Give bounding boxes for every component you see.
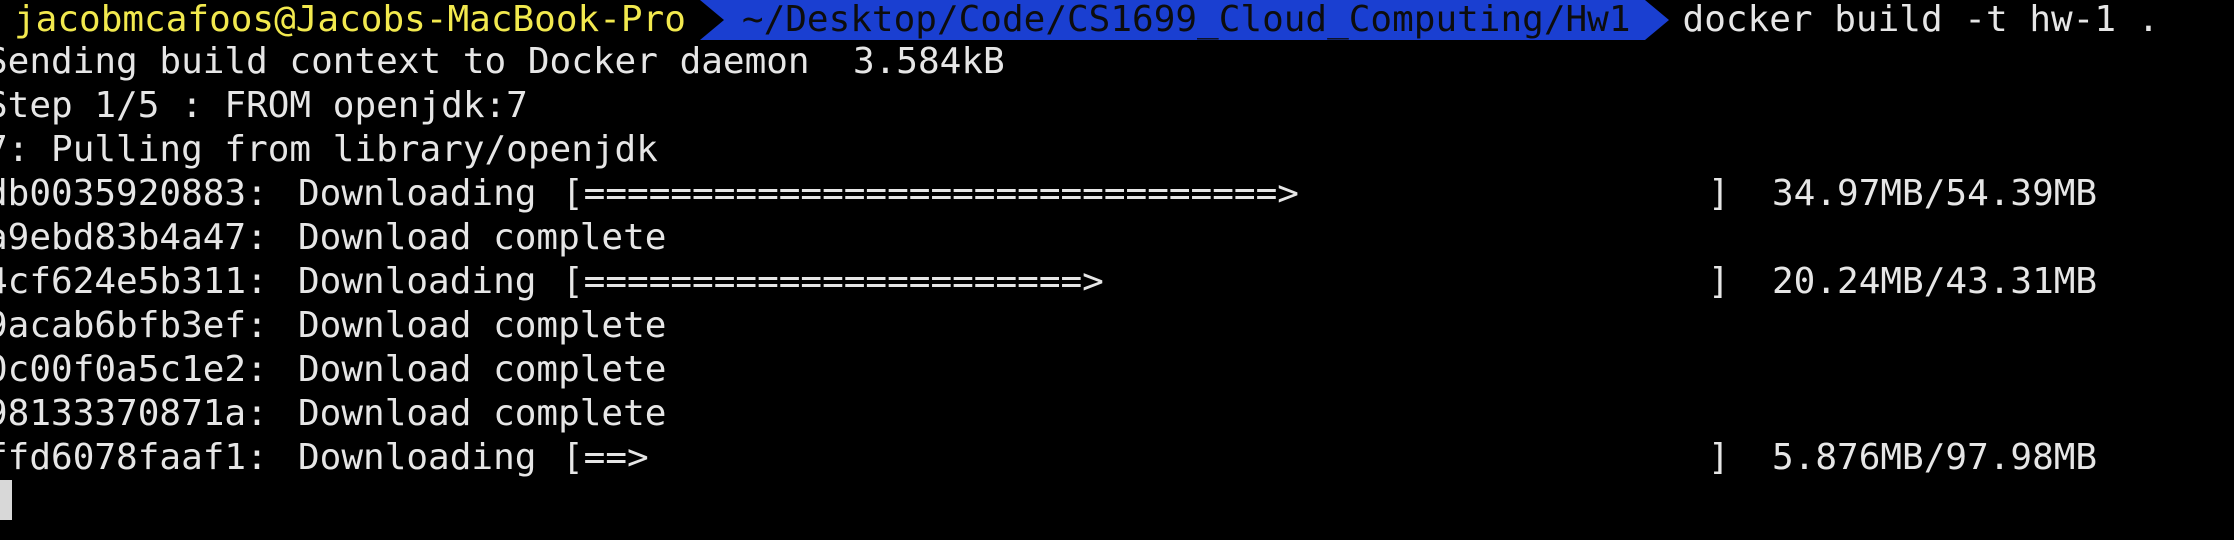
prompt-working-directory: ~/Desktop/Code/CS1699_Cloud_Computing/Hw… <box>723 0 1645 40</box>
progress-bar: [=======================> <box>562 261 1104 302</box>
layer-status: Download complete <box>298 217 667 258</box>
layer-id: 9acab6bfb3ef: <box>0 305 268 346</box>
progress-bar-end: ] <box>1708 261 1730 302</box>
layer-status: Downloading <box>298 261 537 302</box>
progress-size: 34.97MB/54.39MB <box>1772 173 2098 214</box>
prompt-end-arrow-icon <box>1644 0 1669 40</box>
layer-id: ffd6078faaf1: <box>0 437 268 478</box>
terminal-cursor <box>0 480 12 520</box>
prompt-user-host: jacobmcafoos@Jacobs-MacBook-Pro <box>0 0 700 40</box>
prompt-command: docker build -t hw-1 . <box>1682 0 2160 40</box>
output-sending-context: Sending build context to Docker daemon 3… <box>0 41 1005 82</box>
layer-id: 98133370871a: <box>0 393 268 434</box>
prompt-separator-arrow-icon <box>699 0 724 40</box>
progress-bar: [================================> <box>562 173 1299 214</box>
progress-bar-end: ] <box>1708 437 1730 478</box>
output-step: Step 1/5 : FROM openjdk:7 <box>0 85 528 126</box>
progress-size: 20.24MB/43.31MB <box>1772 261 2098 302</box>
progress-bar-end: ] <box>1708 173 1730 214</box>
layer-status: Downloading <box>298 173 537 214</box>
terminal-window[interactable]: jacobmcafoos@Jacobs-MacBook-Pro ~/Deskto… <box>0 0 2234 540</box>
layer-status: Downloading <box>298 437 537 478</box>
output-pulling: 7: Pulling from library/openjdk <box>0 129 658 170</box>
progress-bar: [==> <box>562 437 649 478</box>
layer-id: db0035920883: <box>0 173 268 214</box>
layer-status: Download complete <box>298 393 667 434</box>
shell-prompt: jacobmcafoos@Jacobs-MacBook-Pro ~/Deskto… <box>0 0 2159 40</box>
progress-size: 5.876MB/97.98MB <box>1772 437 2098 478</box>
layer-status: Download complete <box>298 349 667 390</box>
layer-status: Download complete <box>298 305 667 346</box>
layer-id: 4cf624e5b311: <box>0 261 268 302</box>
layer-id: 0c00f0a5c1e2: <box>0 349 268 390</box>
layer-id: a9ebd83b4a47: <box>0 217 268 258</box>
